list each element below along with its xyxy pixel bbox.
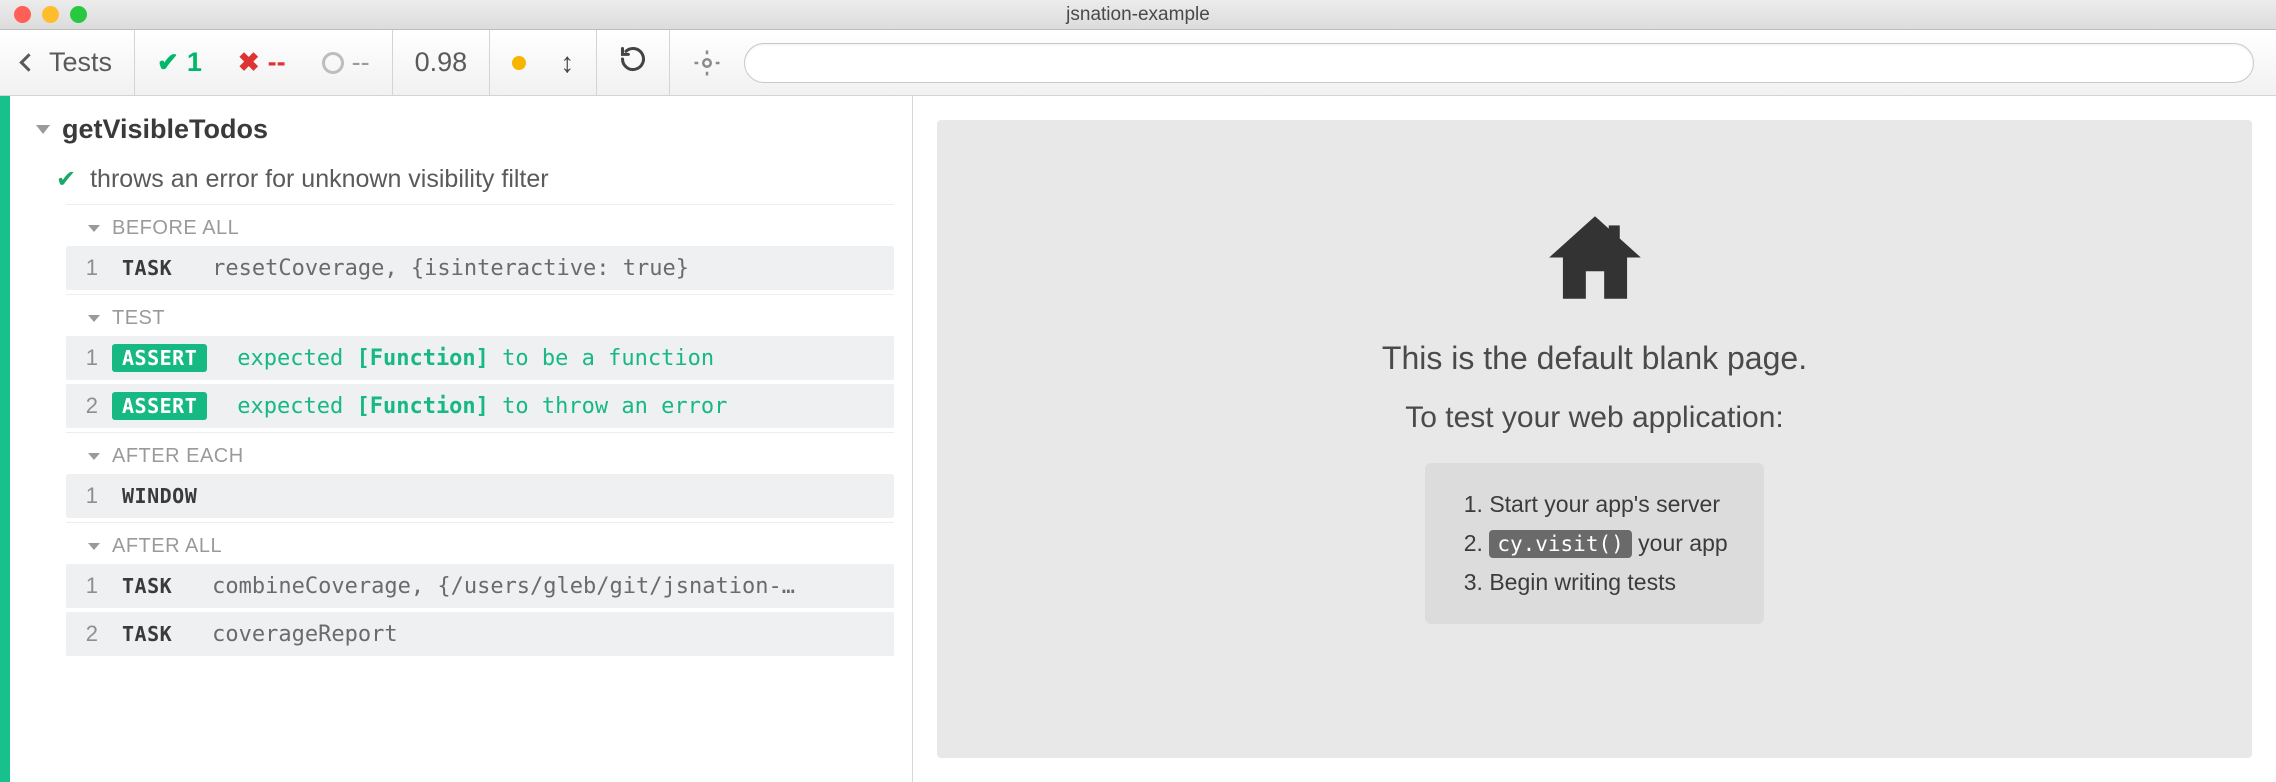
check-icon: ✔ (157, 47, 179, 78)
command-index: 2 (66, 393, 106, 419)
hook-test[interactable]: TEST (66, 294, 894, 336)
hook-label: AFTER EACH (112, 445, 244, 468)
suite-row[interactable]: getVisibleTodos (10, 114, 912, 157)
hook-label: TEST (112, 307, 165, 330)
command-name: TASK (112, 620, 182, 648)
url-input[interactable] (744, 43, 2254, 83)
command-row[interactable]: 1 TASK resetCoverage, {isinteractive: tr… (66, 246, 894, 290)
hook-label: BEFORE ALL (112, 217, 239, 240)
command-name: ASSERT (112, 344, 207, 372)
command-index: 1 (66, 573, 106, 599)
chevron-left-icon (19, 53, 37, 71)
pending-count: -- (352, 47, 370, 78)
viewport-scale-icon[interactable]: ↕ (560, 47, 574, 79)
home-icon (1540, 210, 1650, 310)
command-message: coverageReport (212, 622, 397, 647)
instruction-step: cy.visit() your app (1489, 524, 1727, 563)
duration-value: 0.98 (415, 47, 468, 78)
caret-down-icon (36, 125, 50, 134)
check-icon: ✔ (56, 165, 76, 194)
command-message: expected [Function] to throw an error (237, 394, 727, 419)
x-icon: ✖ (238, 47, 260, 78)
command-row[interactable]: 2 TASK coverageReport (66, 612, 894, 656)
main-split: getVisibleTodos ✔ throws an error for un… (0, 96, 2276, 782)
command-index: 2 (66, 621, 106, 647)
code-chip: cy.visit() (1489, 530, 1631, 558)
pending-stat: -- (322, 47, 370, 78)
aut-blank-page: This is the default blank page. To test … (937, 120, 2252, 758)
window-title: jsnation-example (0, 4, 2276, 26)
instructions-box: Start your app's server cy.visit() your … (1425, 463, 1763, 624)
hook-before-all[interactable]: BEFORE ALL (66, 204, 894, 246)
back-label: Tests (49, 47, 112, 78)
run-stats: ✔ 1 ✖ -- -- (135, 30, 393, 95)
command-index: 1 (66, 483, 106, 509)
caret-down-icon (88, 225, 100, 232)
caret-down-icon (88, 315, 100, 322)
hook-after-each[interactable]: AFTER EACH (66, 432, 894, 474)
caret-down-icon (88, 543, 100, 550)
passed-stat: ✔ 1 (157, 47, 202, 78)
pending-icon (322, 52, 344, 74)
command-index: 1 (66, 345, 106, 371)
test-row[interactable]: ✔ throws an error for unknown visibility… (10, 157, 912, 204)
reload-icon (619, 45, 647, 80)
command-row[interactable]: 1 WINDOW (66, 474, 894, 518)
command-name: WINDOW (112, 482, 207, 510)
status-dot-icon (512, 56, 526, 70)
reporter-panel: getVisibleTodos ✔ throws an error for un… (0, 96, 913, 782)
command-index: 1 (66, 255, 106, 281)
command-name: TASK (112, 572, 182, 600)
command-row[interactable]: 2 ASSERT expected [Function] to throw an… (66, 384, 894, 428)
hook-label: AFTER ALL (112, 535, 222, 558)
command-message: combineCoverage, {/users/gleb/git/jsnati… (212, 574, 795, 599)
hook-after-all[interactable]: AFTER ALL (66, 522, 894, 564)
command-row[interactable]: 1 TASK combineCoverage, {/users/gleb/git… (66, 564, 894, 608)
failed-count: -- (268, 47, 286, 78)
command-row[interactable]: 1 ASSERT expected [Function] to be a fun… (66, 336, 894, 380)
toolbar: Tests ✔ 1 ✖ -- -- 0.98 ↕ (0, 30, 2276, 96)
test-title: throws an error for unknown visibility f… (90, 165, 549, 194)
suite-title: getVisibleTodos (62, 114, 268, 145)
instruction-step: Start your app's server (1489, 485, 1727, 524)
command-name: TASK (112, 254, 182, 282)
failed-stat: ✖ -- (238, 47, 286, 78)
back-to-tests-button[interactable]: Tests (0, 30, 135, 95)
command-name: ASSERT (112, 392, 207, 420)
reload-button[interactable] (597, 30, 670, 95)
blank-page-subheading: To test your web application: (1405, 401, 1784, 435)
instruction-step: Begin writing tests (1489, 563, 1727, 602)
titlebar: jsnation-example (0, 0, 2276, 30)
passed-count: 1 (187, 47, 202, 78)
blank-page-heading: This is the default blank page. (1382, 340, 1807, 377)
command-message: expected [Function] to be a function (237, 346, 714, 371)
reporter-status-bar (0, 96, 10, 782)
command-message: resetCoverage, {isinteractive: true} (212, 256, 689, 281)
caret-down-icon (88, 453, 100, 460)
aut-preview-wrapper: This is the default blank page. To test … (913, 96, 2276, 782)
selector-playground-icon[interactable] (692, 48, 722, 78)
duration-cell: 0.98 (393, 30, 491, 95)
